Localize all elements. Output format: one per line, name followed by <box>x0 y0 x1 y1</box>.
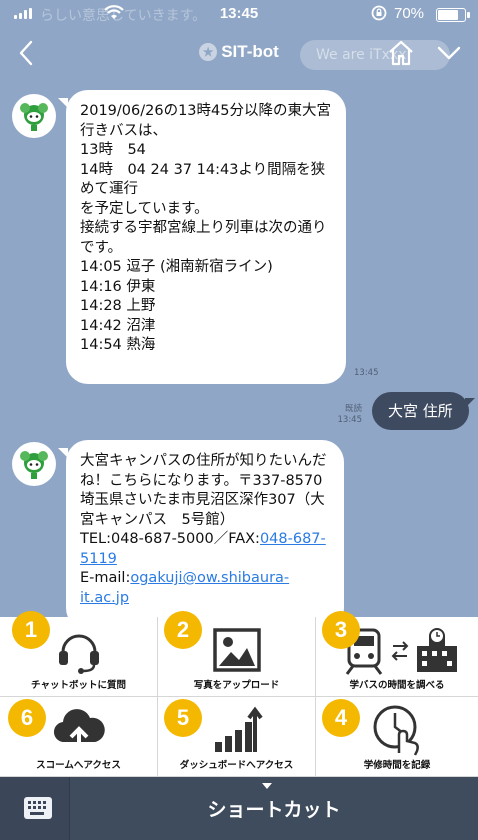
chevron-down-button[interactable] <box>436 42 462 64</box>
caret-down-icon <box>262 783 272 789</box>
message-timestamp: 13:45 <box>337 415 363 425</box>
rotation-lock-icon <box>371 5 387 21</box>
shortcut-label: チャットボットに質問 <box>31 680 126 691</box>
bot-avatar[interactable] <box>12 94 56 138</box>
shortcut-label: 学バスの時間を調べる <box>349 680 445 691</box>
bot-avatar-icon <box>20 103 48 131</box>
shortcut-label: スコームへアクセス <box>36 760 121 771</box>
bot-message-bubble[interactable]: 2019/06/26の13時45分以降の東大宮行きバスは、 13時 54 14時… <box>58 90 346 384</box>
shortcut-number-badge: 6 <box>8 699 46 737</box>
chat-header: We are iTxxx ★ SIT-bot <box>0 28 478 78</box>
headset-icon <box>58 634 99 674</box>
bot-avatar-icon <box>20 451 48 479</box>
battery-percent: 70% <box>394 5 425 22</box>
message-timestamp: 13:45 <box>354 368 379 378</box>
home-button[interactable] <box>386 38 416 68</box>
read-receipt: 既読 <box>344 404 362 414</box>
email-label: E-mail: <box>80 570 131 586</box>
official-star-icon: ★ <box>199 43 218 61</box>
chat-title-text: SIT-bot <box>221 42 279 61</box>
shortcut-panel: チャットボットに質問 写真をアップロード 学バスの時間を調べる スコームへアクセ… <box>0 611 478 777</box>
shortcut-number-badge: 3 <box>322 611 360 649</box>
shortcut-label: 写真をアップロード <box>193 680 280 691</box>
image-icon <box>212 628 261 672</box>
shortcut-number-badge: 2 <box>164 611 202 649</box>
bottom-bar: ショートカット <box>0 777 478 840</box>
shortcut-label: ダッシュボードへアクセス <box>179 760 294 771</box>
bot-avatar[interactable] <box>12 442 56 486</box>
clock-hand-icon <box>373 705 419 756</box>
cloud-upload-icon <box>53 709 105 752</box>
bot-message-bubble[interactable]: 大宮キャンパスの住所が知りたいんだね！こちらになります。〒337-8570 埼玉… <box>58 440 344 630</box>
shortcut-label: 学修時間を記録 <box>363 760 431 771</box>
user-message-bubble[interactable]: 大宮 住所 <box>372 392 475 430</box>
battery-icon <box>436 8 470 22</box>
shortcut-number-badge: 1 <box>12 611 50 649</box>
status-bar: らしい意思していきます。 13:45 70% <box>0 0 478 28</box>
keyboard-toggle-button[interactable] <box>0 777 70 840</box>
shortcut-menu-toggle[interactable]: ショートカット <box>70 795 478 822</box>
shortcut-number-badge: 5 <box>164 699 202 737</box>
shortcut-number-badge: 4 <box>322 699 360 737</box>
bar-chart-icon <box>214 706 263 752</box>
keyboard-icon <box>24 797 52 819</box>
